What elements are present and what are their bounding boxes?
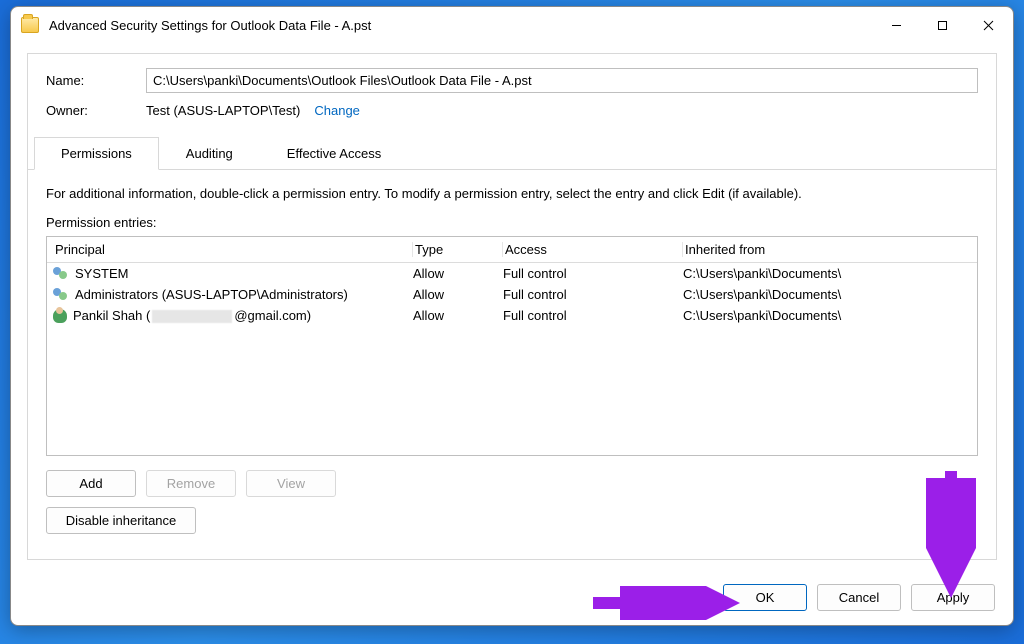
- owner-label: Owner:: [46, 103, 146, 118]
- col-type[interactable]: Type: [413, 242, 503, 257]
- group-icon: [53, 267, 69, 281]
- add-button[interactable]: Add: [46, 470, 136, 497]
- view-button[interactable]: View: [246, 470, 336, 497]
- col-principal[interactable]: Principal: [53, 242, 413, 257]
- principal-name: SYSTEM: [75, 266, 128, 281]
- user-icon: [53, 309, 67, 323]
- entry-row[interactable]: Pankil Shah (@gmail.com) Allow Full cont…: [47, 305, 977, 326]
- entry-type: Allow: [413, 287, 503, 302]
- inheritance-buttons: Disable inheritance: [46, 507, 978, 534]
- redacted-text: [152, 310, 232, 323]
- entry-type: Allow: [413, 266, 503, 281]
- principal-name: Administrators (ASUS-LAPTOP\Administrato…: [75, 287, 348, 302]
- security-settings-window: Advanced Security Settings for Outlook D…: [10, 6, 1014, 626]
- entry-type: Allow: [413, 308, 503, 323]
- window-title: Advanced Security Settings for Outlook D…: [49, 18, 873, 33]
- permission-entries-list[interactable]: Principal Type Access Inherited from SYS…: [46, 236, 978, 456]
- entries-header: Principal Type Access Inherited from: [47, 237, 977, 263]
- col-access[interactable]: Access: [503, 242, 683, 257]
- entries-label: Permission entries:: [46, 215, 978, 230]
- remove-button[interactable]: Remove: [146, 470, 236, 497]
- entry-inherited: C:\Users\panki\Documents\: [683, 266, 971, 281]
- close-button[interactable]: [965, 9, 1011, 41]
- minimize-button[interactable]: [873, 9, 919, 41]
- disable-inheritance-button[interactable]: Disable inheritance: [46, 507, 196, 534]
- dialog-footer: OK Cancel Apply: [11, 574, 1013, 625]
- cancel-button[interactable]: Cancel: [817, 584, 901, 611]
- tab-auditing[interactable]: Auditing: [159, 137, 260, 170]
- window-controls: [873, 9, 1011, 41]
- tab-strip: Permissions Auditing Effective Access: [28, 136, 996, 170]
- owner-value: Test (ASUS-LAPTOP\Test): [146, 103, 300, 118]
- group-icon: [53, 288, 69, 302]
- content-panel: Name: Owner: Test (ASUS-LAPTOP\Test) Cha…: [27, 53, 997, 560]
- entry-access: Full control: [503, 266, 683, 281]
- entry-inherited: C:\Users\panki\Documents\: [683, 287, 971, 302]
- instruction-text: For additional information, double-click…: [46, 186, 978, 201]
- name-field[interactable]: [146, 68, 978, 93]
- entry-access: Full control: [503, 287, 683, 302]
- name-label: Name:: [46, 73, 146, 88]
- entry-row[interactable]: SYSTEM Allow Full control C:\Users\panki…: [47, 263, 977, 284]
- entry-row[interactable]: Administrators (ASUS-LAPTOP\Administrato…: [47, 284, 977, 305]
- maximize-button[interactable]: [919, 9, 965, 41]
- tab-effective-access[interactable]: Effective Access: [260, 137, 408, 170]
- titlebar: Advanced Security Settings for Outlook D…: [11, 7, 1013, 43]
- entry-buttons: Add Remove View: [46, 470, 978, 497]
- ok-button[interactable]: OK: [723, 584, 807, 611]
- apply-button[interactable]: Apply: [911, 584, 995, 611]
- entry-inherited: C:\Users\panki\Documents\: [683, 308, 971, 323]
- col-inherited[interactable]: Inherited from: [683, 242, 971, 257]
- name-row: Name:: [46, 68, 978, 93]
- change-owner-link[interactable]: Change: [314, 103, 360, 118]
- entry-access: Full control: [503, 308, 683, 323]
- principal-name: Pankil Shah (@gmail.com): [73, 308, 311, 323]
- folder-icon: [21, 17, 39, 33]
- owner-row: Owner: Test (ASUS-LAPTOP\Test) Change: [46, 103, 978, 118]
- tab-permissions[interactable]: Permissions: [34, 137, 159, 170]
